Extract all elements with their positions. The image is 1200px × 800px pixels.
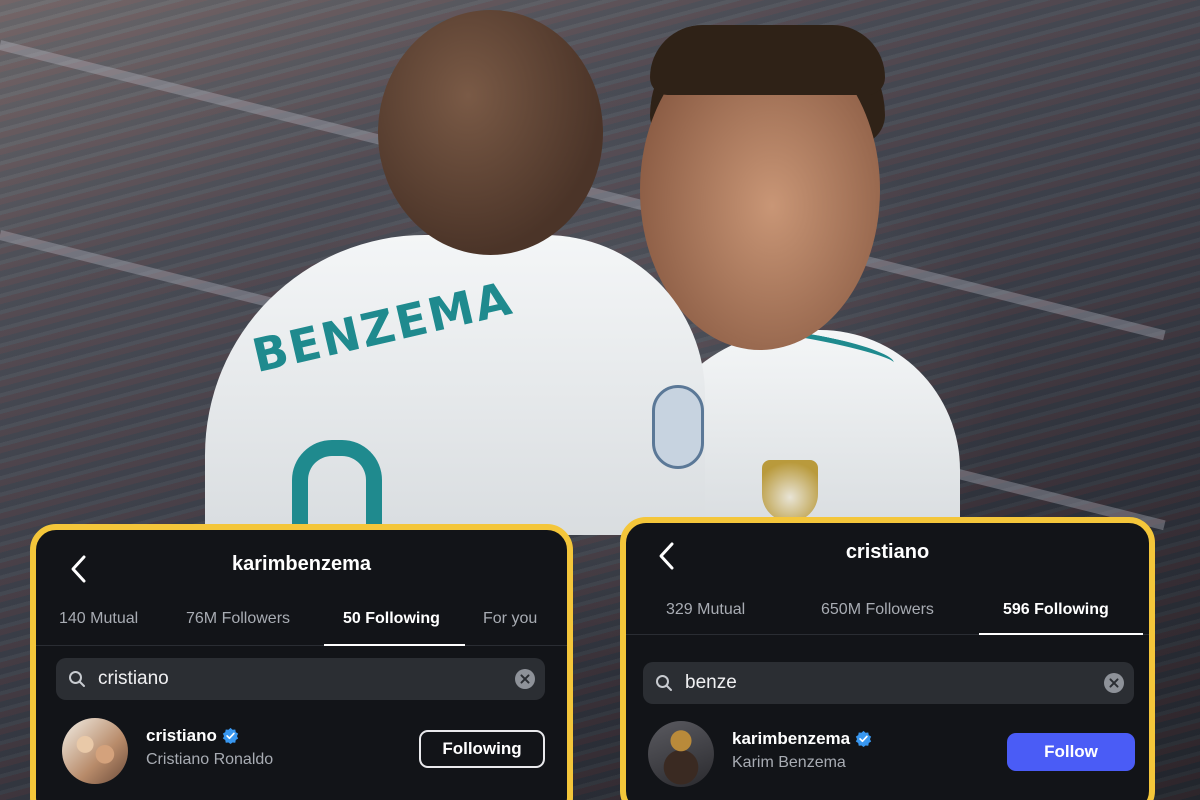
right-following-screenshot: cristiano 329 Mutual 650M Followers 596 … bbox=[620, 517, 1155, 800]
profile-header: cristiano bbox=[626, 523, 1149, 599]
profile-username-title: cristiano bbox=[845, 541, 930, 563]
follow-tabs: 140 Mutual 76M Followers 50 Following Fo… bbox=[36, 606, 567, 646]
clear-icon[interactable] bbox=[515, 669, 535, 689]
result-full-name: Karim Benzema bbox=[732, 754, 846, 771]
active-tab-indicator bbox=[979, 633, 1143, 635]
player-right-hair-top bbox=[650, 25, 885, 95]
avatar[interactable] bbox=[648, 721, 714, 787]
left-following-screenshot: karimbenzema 140 Mutual 76M Followers 50… bbox=[30, 524, 573, 800]
list-item[interactable]: cristiano Cristiano Ronaldo Following bbox=[36, 714, 567, 786]
search-icon bbox=[656, 675, 672, 691]
club-crest bbox=[762, 460, 818, 522]
tab-followers[interactable]: 76M Followers bbox=[186, 610, 290, 628]
profile-username-title: karimbenzema bbox=[232, 553, 371, 575]
search-input[interactable]: benze bbox=[643, 662, 1134, 704]
player-left-head bbox=[378, 10, 603, 255]
result-username: cristiano bbox=[146, 726, 217, 745]
following-button[interactable]: Following bbox=[419, 730, 545, 768]
profile-header: karimbenzema bbox=[36, 530, 567, 606]
result-username: karimbenzema bbox=[732, 729, 851, 748]
avatar[interactable] bbox=[62, 718, 128, 784]
tab-following[interactable]: 596 Following bbox=[1003, 601, 1109, 619]
search-query: benze bbox=[685, 672, 737, 693]
champions-league-badge bbox=[652, 385, 704, 469]
search-query: cristiano bbox=[98, 668, 169, 689]
list-item[interactable]: karimbenzema Karim Benzema Follow bbox=[626, 717, 1149, 789]
verified-badge-icon bbox=[222, 727, 239, 744]
search-input[interactable]: cristiano bbox=[56, 658, 545, 700]
tab-for-you[interactable]: For you bbox=[483, 610, 537, 628]
tab-mutual[interactable]: 329 Mutual bbox=[666, 601, 745, 619]
tab-mutual[interactable]: 140 Mutual bbox=[59, 610, 138, 628]
verified-badge-icon bbox=[855, 730, 872, 747]
clear-icon[interactable] bbox=[1104, 673, 1124, 693]
follow-tabs: 329 Mutual 650M Followers 596 Following bbox=[626, 591, 1149, 635]
result-full-name: Cristiano Ronaldo bbox=[146, 751, 274, 768]
active-tab-indicator bbox=[324, 644, 465, 646]
tab-followers[interactable]: 650M Followers bbox=[821, 601, 934, 619]
search-icon bbox=[69, 671, 85, 687]
tab-following[interactable]: 50 Following bbox=[343, 610, 440, 628]
follow-button[interactable]: Follow bbox=[1007, 733, 1135, 771]
